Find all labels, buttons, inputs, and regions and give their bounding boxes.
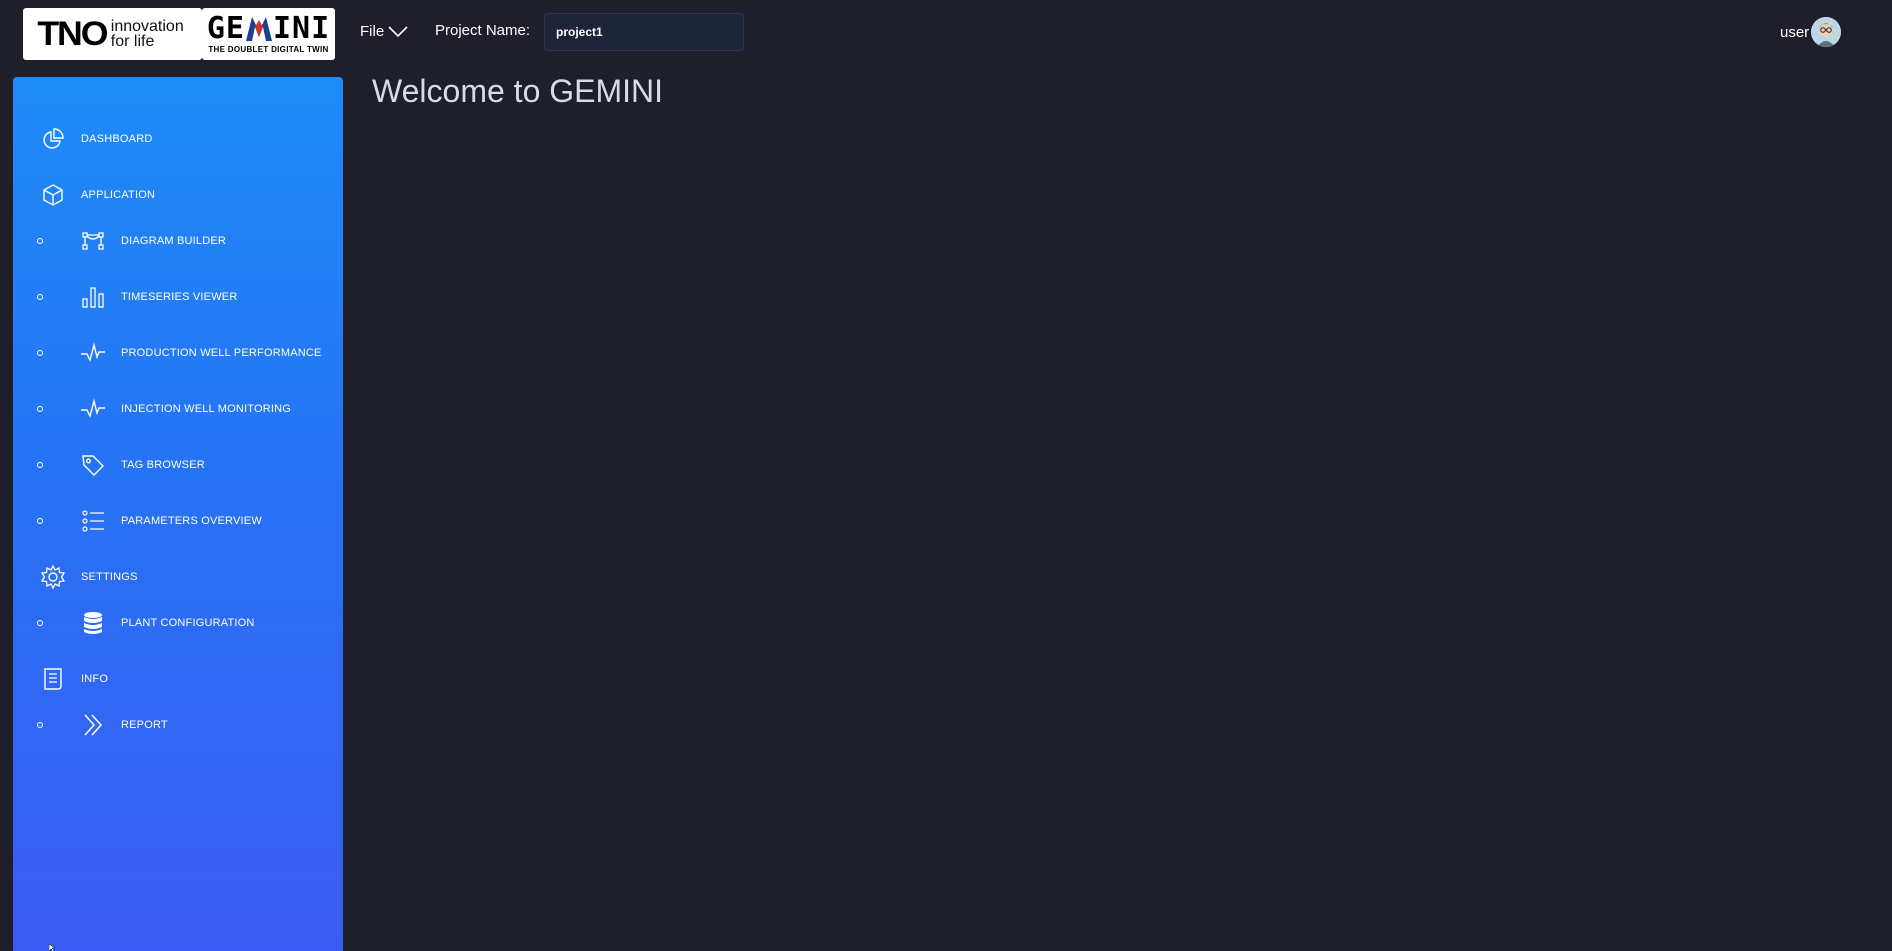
chevrons-right-icon — [80, 712, 106, 738]
sidebar-item-label: APPLICATION — [81, 189, 156, 201]
sidebar-item-label: TAG BROWSER — [121, 459, 205, 471]
gemini-m-icon — [245, 17, 272, 41]
tno-logo-tagline: innovation for life — [110, 18, 184, 50]
pie-chart-icon — [40, 126, 66, 152]
bullet-icon — [37, 620, 43, 626]
sidebar-item-label: TIMESERIES VIEWER — [121, 291, 238, 303]
sidebar-item-settings[interactable]: SETTINGS — [13, 557, 343, 597]
sidebar-item-label: REPORT — [121, 719, 168, 731]
file-menu-label: File — [360, 22, 385, 40]
database-icon — [80, 610, 106, 636]
sidebar-item-application[interactable]: APPLICATION — [13, 175, 343, 215]
sidebar-item-timeseries-viewer[interactable]: TIMESERIES VIEWER — [13, 277, 343, 317]
gemini-logo: GE INI THE DOUBLET DIGITAL TWIN — [202, 8, 335, 60]
sidebar-item-label: PRODUCTION WELL PERFORMANCE — [121, 347, 322, 359]
chevron-down-icon — [388, 26, 408, 38]
mouse-cursor-icon — [49, 944, 56, 951]
avatar[interactable] — [1811, 17, 1842, 47]
tno-logo-mark: TNO — [37, 15, 108, 53]
sidebar-item-parameters-overview[interactable]: PARAMETERS OVERVIEW — [13, 501, 343, 541]
bar-chart-icon — [80, 284, 106, 310]
pulse-icon — [80, 340, 106, 366]
pulse-icon — [80, 396, 106, 422]
sidebar-item-label: PARAMETERS OVERVIEW — [121, 515, 262, 527]
sidebar-item-info[interactable]: INFO — [13, 659, 343, 699]
sidebar-item-dashboard[interactable]: DASHBOARD — [13, 119, 343, 159]
project-name-input[interactable] — [544, 13, 744, 51]
sidebar-item-injection-well-monitoring[interactable]: INJECTION WELL MONITORING — [13, 389, 343, 429]
bullet-icon — [37, 238, 43, 244]
user-avatar-icon — [1811, 17, 1842, 47]
sidebar-item-label: DIAGRAM BUILDER — [121, 235, 227, 247]
list-icon — [80, 508, 106, 534]
file-menu-button[interactable]: File — [360, 20, 408, 42]
sidebar-item-label: INFO — [81, 673, 109, 685]
sidebar-item-label: PLANT CONFIGURATION — [121, 617, 255, 629]
sidebar-item-report[interactable]: REPORT — [13, 705, 343, 745]
top-header: TNO innovation for life GE INI THE DOUBL… — [0, 0, 1892, 62]
cube-icon — [40, 182, 66, 208]
bullet-icon — [37, 462, 43, 468]
bullet-icon — [37, 406, 43, 412]
gemini-logo-subtitle: THE DOUBLET DIGITAL TWIN — [208, 45, 329, 54]
sidebar-item-diagram-builder[interactable]: DIAGRAM BUILDER — [13, 221, 343, 261]
tag-icon — [80, 452, 106, 478]
sidebar-item-label: INJECTION WELL MONITORING — [121, 403, 292, 415]
bullet-icon — [37, 294, 43, 300]
sidebar-item-tag-browser[interactable]: TAG BROWSER — [13, 445, 343, 485]
sidebar-item-label: SETTINGS — [81, 571, 138, 583]
sidebar: DASHBOARD APPLICATION DIAGRAM BUILDER TI… — [13, 77, 343, 951]
gemini-logo-word: GE INI — [206, 11, 331, 46]
user-menu[interactable]: user — [1780, 17, 1842, 47]
sidebar-item-production-well-performance[interactable]: PRODUCTION WELL PERFORMANCE — [13, 333, 343, 373]
user-name: user — [1780, 23, 1810, 41]
diagram-icon — [80, 228, 106, 254]
gear-icon — [40, 564, 66, 590]
document-icon — [40, 666, 66, 692]
page-title: Welcome to GEMINI — [372, 73, 664, 109]
bullet-icon — [37, 518, 43, 524]
bullet-icon — [37, 722, 43, 728]
tno-logo: TNO innovation for life — [23, 8, 202, 60]
project-name-label: Project Name: — [435, 22, 531, 39]
sidebar-item-plant-configuration[interactable]: PLANT CONFIGURATION — [13, 603, 343, 643]
bullet-icon — [37, 350, 43, 356]
sidebar-item-label: DASHBOARD — [81, 133, 153, 145]
